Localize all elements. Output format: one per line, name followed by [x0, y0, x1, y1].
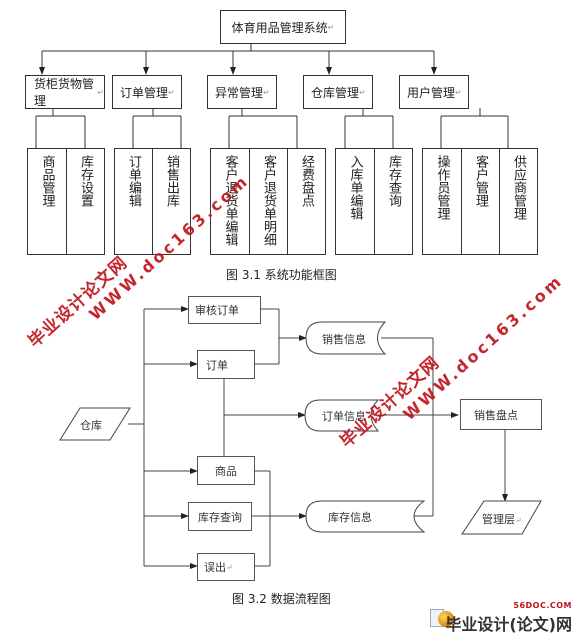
- module-node: 用户管理 ↵: [399, 75, 469, 109]
- function-node: 商品管理: [27, 148, 67, 255]
- process-label: 审核订单: [195, 304, 239, 317]
- module-node: 订单管理 ↵: [112, 75, 182, 109]
- paragraph-mark: ↵: [168, 87, 175, 97]
- function-label: 供应商管理: [511, 155, 526, 220]
- process-label: 误出: [204, 561, 226, 574]
- root-node: 体育用品管理系统 ↵: [220, 10, 346, 44]
- function-node: 经费盘点: [287, 148, 326, 255]
- process-order: 订单: [197, 350, 255, 379]
- function-node: 入库单编辑: [335, 148, 375, 255]
- logo-site: 56DOC.COM: [513, 601, 572, 610]
- paragraph-mark: ↵: [97, 87, 104, 97]
- function-node: 操作员管理: [422, 148, 462, 255]
- function-node: 库存查询: [374, 148, 413, 255]
- function-node: 库存设置: [66, 148, 105, 255]
- paragraph-mark: ↵: [327, 22, 335, 32]
- module-label: 货柜货物管理: [34, 77, 95, 108]
- process-review-order: 审核订单: [188, 296, 261, 324]
- paragraph-mark: ↵: [226, 562, 233, 572]
- logo-name: 毕业设计(论文)网: [445, 615, 572, 634]
- function-node: 订单编辑: [114, 148, 153, 255]
- process-label: 销售盘点: [474, 408, 518, 422]
- function-label: 库存查询: [386, 155, 401, 207]
- function-label: 客户管理: [473, 155, 488, 207]
- store-label-sales: 销售信息: [322, 333, 366, 346]
- process-goods: 商品: [197, 456, 255, 485]
- paragraph-mark: ↵: [455, 87, 462, 97]
- function-node: 客户退货单明细: [249, 148, 288, 255]
- process-label: 订单: [206, 358, 228, 372]
- paragraph-mark: ↵: [359, 87, 366, 97]
- paragraph-mark: ↵: [263, 87, 270, 97]
- process-misout: 误出 ↵: [197, 553, 255, 581]
- function-node: 供应商管理: [499, 148, 538, 255]
- function-label: 入库单编辑: [347, 155, 363, 220]
- source-label: 仓库: [80, 419, 102, 432]
- figure2-caption: 图 3.2 数据流程图: [232, 592, 331, 606]
- module-node: 货柜货物管理 ↵: [25, 75, 105, 109]
- function-label: 商品管理: [39, 155, 55, 207]
- process-label: 商品: [215, 464, 237, 478]
- sink-text: 管理层: [482, 513, 515, 526]
- module-label: 用户管理: [407, 85, 456, 100]
- root-label: 体育用品管理系统: [231, 20, 328, 35]
- module-label: 异常管理: [215, 85, 264, 100]
- module-node: 异常管理 ↵: [207, 75, 277, 109]
- site-logo: 56DOC.COM 毕业设计(论文)网: [416, 601, 576, 634]
- sink-label: 管理层↵: [482, 511, 522, 527]
- module-label: 仓库管理: [311, 85, 360, 100]
- paragraph-mark: ↵: [515, 516, 522, 525]
- store-label-stock: 库存信息: [328, 511, 372, 524]
- process-stock-query: 库存查询: [188, 502, 252, 531]
- process-sales-check: 销售盘点: [460, 399, 542, 430]
- function-label: 库存设置: [78, 155, 93, 207]
- figure1-caption: 图 3.1 系统功能框图: [226, 268, 337, 282]
- function-label: 操作员管理: [434, 155, 450, 220]
- module-node: 仓库管理 ↵: [303, 75, 373, 109]
- function-label: 经费盘点: [299, 155, 314, 207]
- function-label: 销售出库: [164, 155, 179, 207]
- function-label: 订单编辑: [126, 155, 141, 207]
- process-label: 库存查询: [198, 510, 242, 524]
- module-label: 订单管理: [120, 85, 169, 100]
- function-label: 客户退货单明细: [261, 155, 276, 246]
- function-node: 客户管理: [461, 148, 500, 255]
